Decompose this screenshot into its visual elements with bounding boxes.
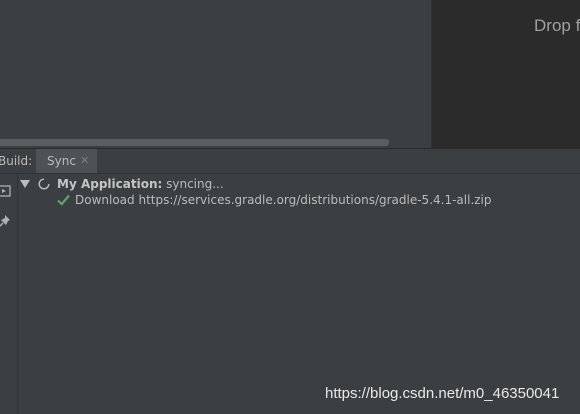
watermark: https://blog.csdn.net/m0_46350041 bbox=[325, 385, 560, 402]
check-icon bbox=[57, 194, 70, 206]
drop-hint-text: Drop f bbox=[534, 16, 580, 35]
drop-zone-panel: Drop f bbox=[431, 0, 580, 148]
sync-tree: My Application: syncing... Download http… bbox=[18, 174, 580, 414]
expand-arrow-icon[interactable] bbox=[20, 180, 30, 188]
horizontal-scrollbar[interactable] bbox=[0, 139, 389, 146]
ide-window: Drop f Build: Sync ✕ My Application: syn… bbox=[0, 0, 580, 414]
toggle-view-icon[interactable] bbox=[0, 183, 12, 197]
build-tool-window: Build: Sync ✕ My Application: syncing...… bbox=[0, 148, 580, 414]
side-toolbar bbox=[0, 174, 18, 414]
tree-row-root[interactable]: My Application: syncing... bbox=[18, 176, 578, 192]
tab-sync-label: Sync bbox=[47, 154, 76, 168]
build-label: Build: bbox=[0, 154, 33, 168]
project-name: My Application: bbox=[57, 177, 163, 191]
pin-icon[interactable] bbox=[0, 213, 12, 228]
tab-sync[interactable]: Sync ✕ bbox=[36, 149, 97, 173]
tree-row-download[interactable]: Download https://services.gradle.org/dis… bbox=[18, 192, 578, 208]
download-task-text: Download https://services.gradle.org/dis… bbox=[75, 193, 492, 207]
spinner-icon bbox=[38, 178, 50, 190]
editor-area bbox=[0, 0, 430, 148]
close-icon[interactable]: ✕ bbox=[80, 154, 89, 168]
build-tab-bar: Build: Sync ✕ bbox=[0, 149, 580, 174]
sync-status: syncing... bbox=[166, 177, 224, 191]
